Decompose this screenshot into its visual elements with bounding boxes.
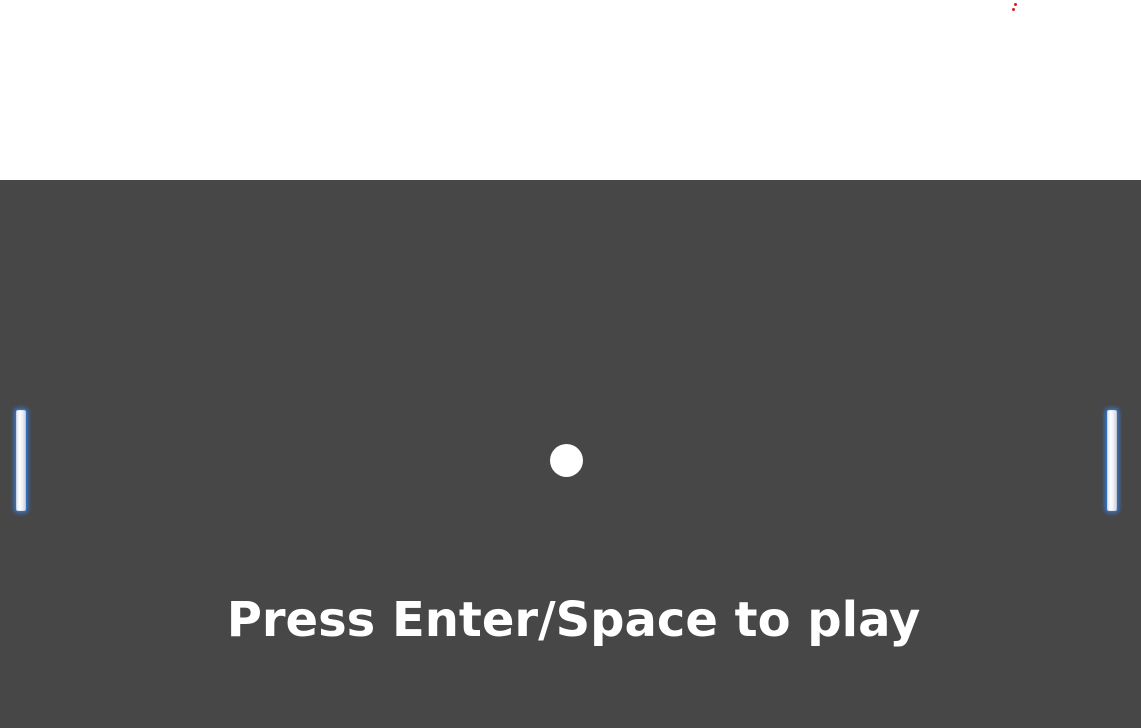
pong-page: Press Enter/Space to play [0,0,1141,728]
game-canvas[interactable]: Press Enter/Space to play [0,180,1141,728]
ball [550,444,583,477]
right-paddle [1106,409,1118,512]
left-paddle [15,409,27,512]
dot [1012,8,1015,11]
top-area [0,0,1141,180]
vertical-dots-icon [1011,1,1017,13]
start-prompt: Press Enter/Space to play [226,592,921,648]
dot [1014,3,1017,6]
